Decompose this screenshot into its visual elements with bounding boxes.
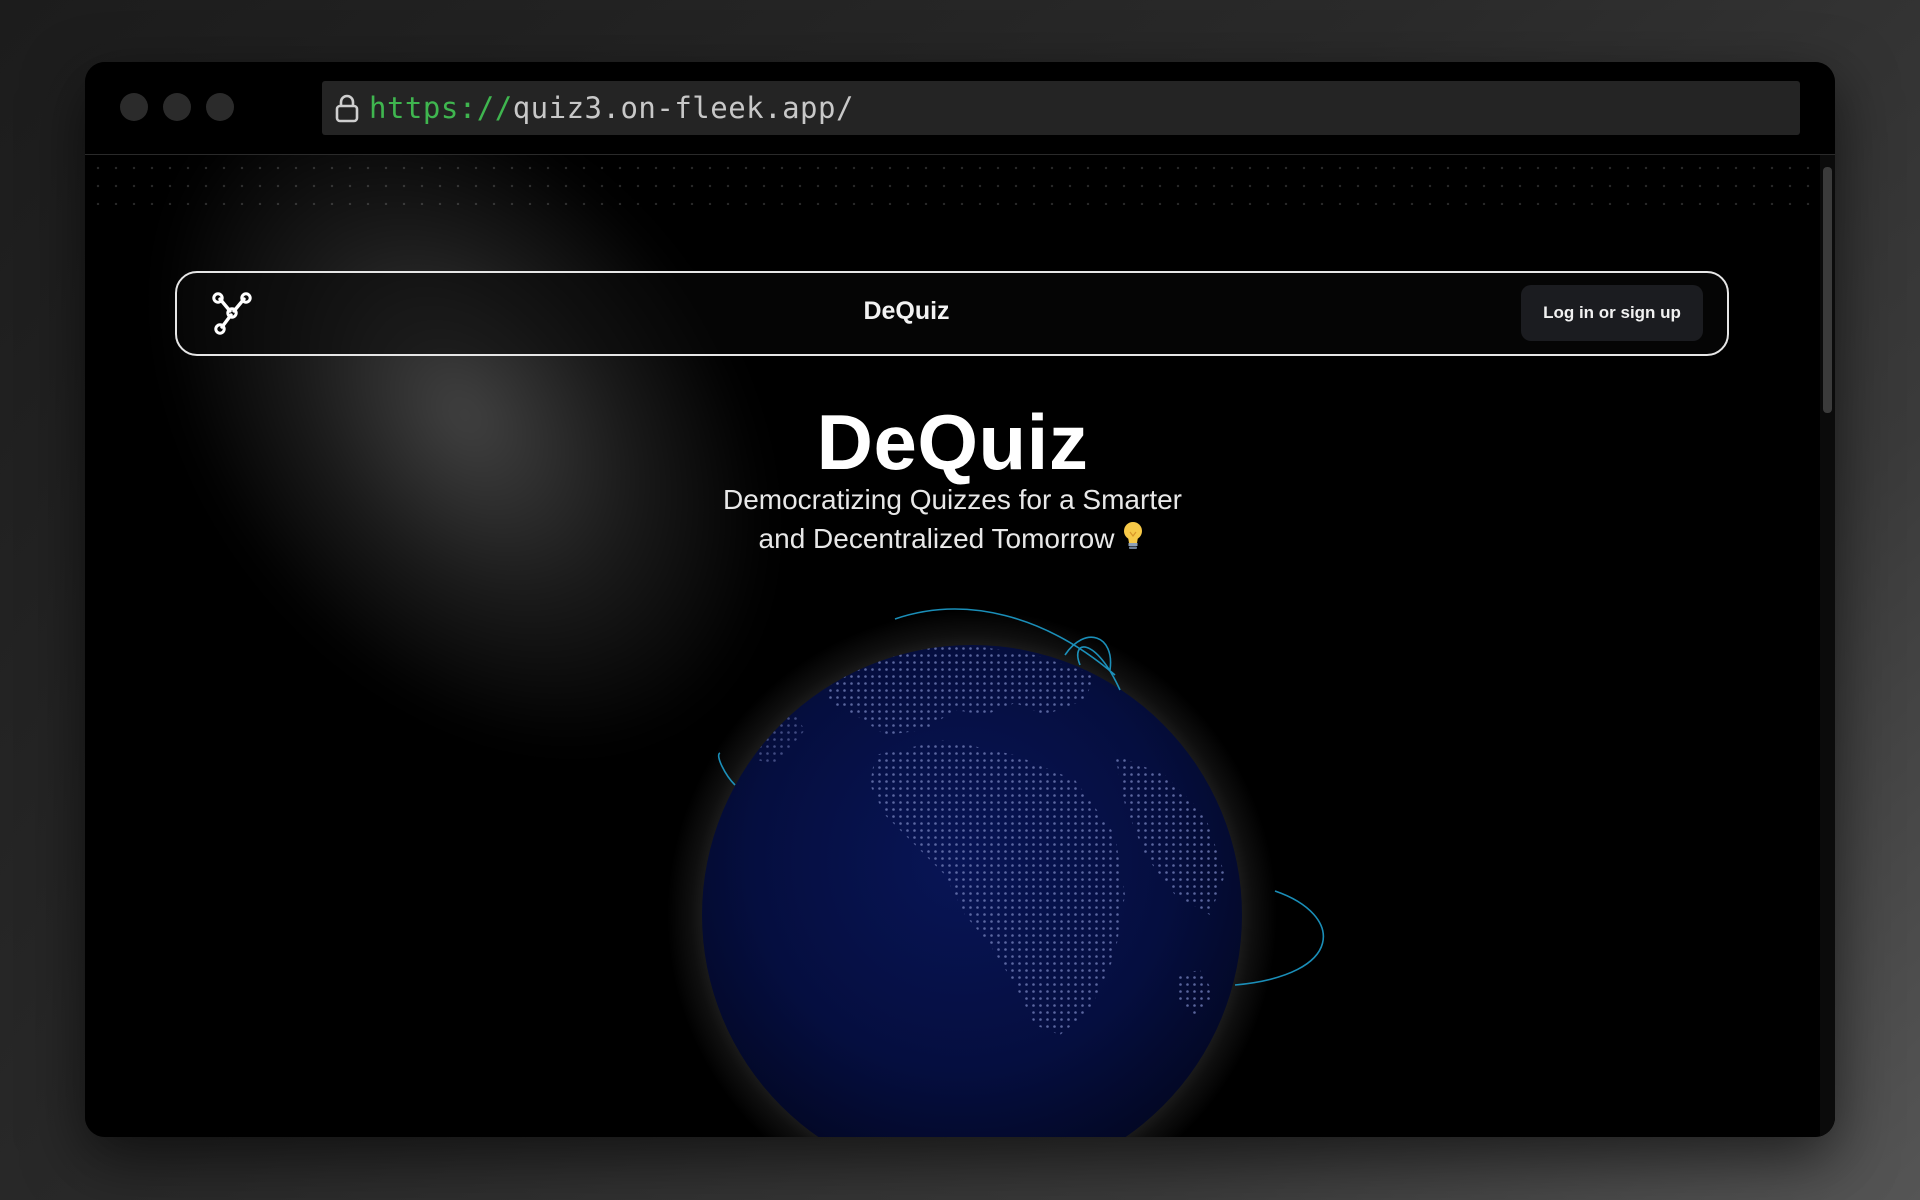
hero-title: DeQuiz [816, 398, 1089, 486]
window-maximize-button[interactable] [206, 93, 234, 121]
hero-subtitle-line1: Democratizing Quizzes for a Smarter [722, 484, 1183, 515]
page-viewport: DeQuiz Log in or sign up DeQuiz Democrat… [85, 154, 1835, 1137]
hero-subtitle: Democratizing Quizzes for a Smarter and … [85, 480, 1820, 562]
navbar-brand[interactable]: DeQuiz [86, 297, 1727, 326]
url-host: quiz3.on-fleek.app/ [512, 91, 854, 125]
lock-icon [333, 92, 361, 124]
navbar: DeQuiz Log in or sign up [175, 271, 1729, 356]
window-close-button[interactable] [120, 93, 148, 121]
url-text[interactable]: https://quiz3.on-fleek.app/ [369, 91, 854, 125]
url-scheme: https:// [369, 91, 513, 125]
lightbulb-icon [1120, 520, 1146, 562]
scrollbar-thumb[interactable] [1823, 167, 1832, 413]
hero-subtitle-line2: and Decentralized Tomorrow [758, 523, 1115, 554]
page-scrollbar[interactable] [1820, 155, 1835, 1137]
browser-titlebar: https://quiz3.on-fleek.app/ [85, 62, 1835, 154]
login-signup-button[interactable]: Log in or sign up [1521, 285, 1703, 341]
address-bar[interactable]: https://quiz3.on-fleek.app/ [322, 81, 1800, 135]
window-minimize-button[interactable] [163, 93, 191, 121]
hero-subtitle-line2-wrap: and Decentralized Tomorrow [85, 519, 1820, 562]
browser-window: https://quiz3.on-fleek.app/ DeQuiz Log i… [85, 62, 1835, 1137]
